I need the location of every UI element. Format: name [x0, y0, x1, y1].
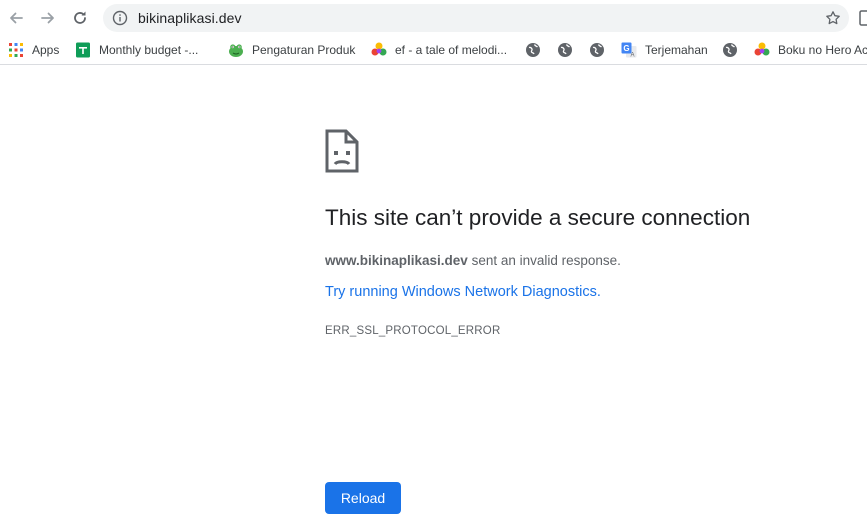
info-icon[interactable] — [112, 10, 128, 26]
reload-icon — [74, 11, 86, 24]
forward-arrow-icon — [41, 12, 54, 24]
bookmark-globe-3[interactable] — [589, 40, 605, 60]
bookmarks-bar: Apps Monthly budget -... Pengaturan Prod… — [0, 36, 867, 65]
svg-text:G: G — [623, 44, 629, 53]
bookmark-terjemahan[interactable]: G A Terjemahan — [621, 40, 708, 60]
colorful-leaf-icon — [754, 42, 770, 56]
bookmark-label: Apps — [32, 43, 60, 57]
star-icon[interactable] — [825, 10, 841, 26]
reload-button[interactable] — [69, 7, 91, 29]
bookmark-label: Monthly budget -... — [99, 43, 199, 57]
globe-icon — [558, 43, 572, 57]
bookmark-ef-a-tale[interactable]: ef - a tale of melodi... — [371, 40, 507, 60]
globe-icon — [526, 43, 540, 57]
bookmark-label: Terjemahan — [645, 43, 708, 57]
frog-icon — [229, 44, 243, 57]
globe-icon — [723, 43, 737, 57]
diagnostics-link[interactable]: Try running Windows Network Diagnostics. — [325, 284, 601, 300]
bookmark-globe-4[interactable] — [722, 40, 738, 60]
translate-icon: G A — [621, 42, 637, 58]
bookmark-pengaturan-produk[interactable]: Pengaturan Produk — [228, 40, 355, 60]
reload-page-button[interactable]: Reload — [325, 482, 401, 514]
sheets-icon — [76, 42, 90, 58]
reading-list-icon[interactable] — [858, 8, 867, 28]
bookmark-boku-no-hero[interactable]: Boku no Hero Ac — [754, 40, 867, 60]
back-arrow-icon — [10, 12, 23, 24]
error-code: ERR_SSL_PROTOCOL_ERROR — [325, 325, 501, 337]
error-title: This site can’t provide a secure connect… — [325, 205, 751, 230]
back-button[interactable] — [5, 7, 27, 29]
svg-text:A: A — [630, 52, 634, 58]
bookmark-label: ef - a tale of melodi... — [395, 43, 508, 57]
address-bar[interactable]: bikinaplikasi.dev — [103, 4, 849, 32]
bookmark-label: Pengaturan Produk — [252, 43, 356, 57]
bookmark-apps[interactable]: Apps — [8, 40, 59, 60]
bookmark-monthly-budget[interactable]: Monthly budget -... — [75, 40, 198, 60]
error-message: www.bikinaplikasi.dev sent an invalid re… — [325, 253, 621, 268]
url-text[interactable]: bikinaplikasi.dev — [138, 10, 242, 26]
error-message-suffix: sent an invalid response. — [467, 253, 621, 268]
bookmark-globe-2[interactable] — [557, 40, 573, 60]
sad-page-icon — [325, 129, 359, 173]
globe-icon — [590, 43, 604, 57]
bookmark-globe-1[interactable] — [525, 40, 541, 60]
error-host: www.bikinaplikasi.dev — [325, 253, 468, 268]
apps-grid-icon — [9, 43, 23, 57]
browser-toolbar: bikinaplikasi.dev — [0, 0, 867, 36]
forward-button[interactable] — [37, 7, 59, 29]
colorful-leaf-icon — [371, 42, 387, 56]
bookmark-label: Boku no Hero Ac — [778, 43, 867, 57]
